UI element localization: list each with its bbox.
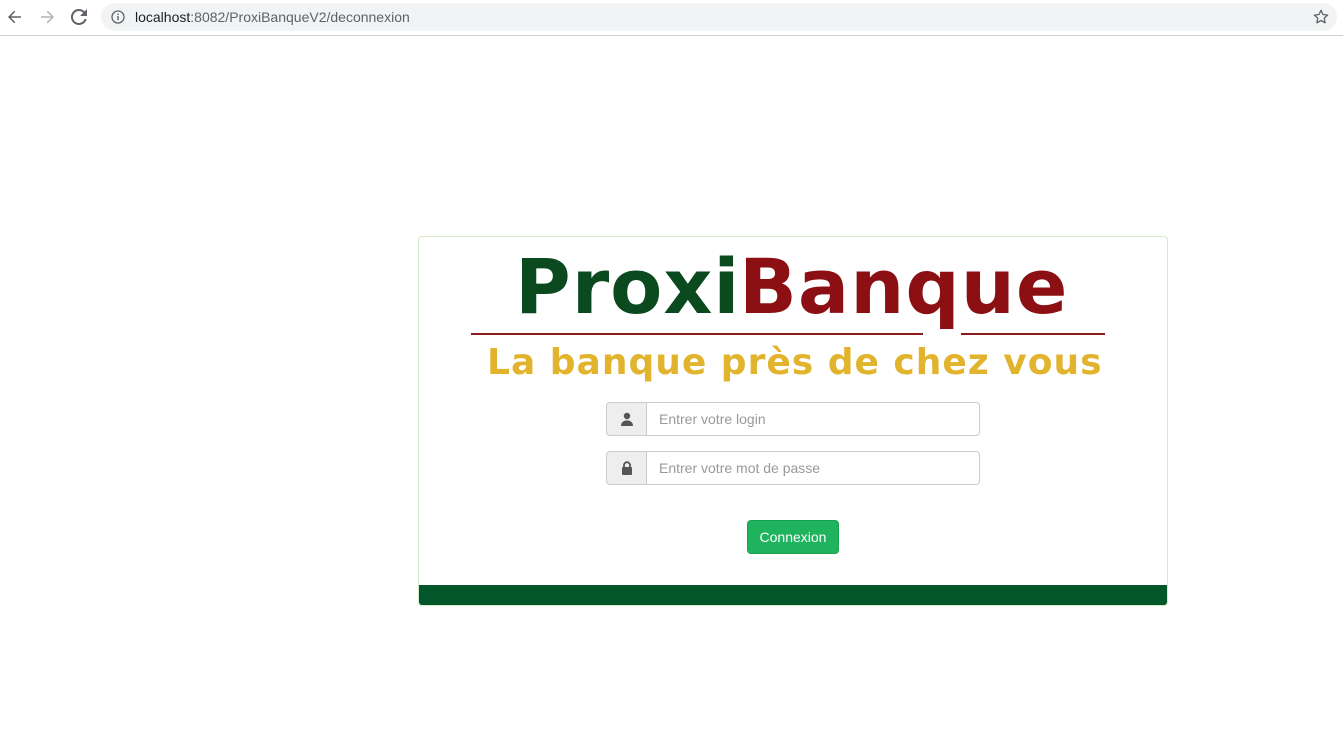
proxibanque-logo: Proxi Banque La banque près de chez vous bbox=[471, 242, 1107, 383]
reload-icon bbox=[71, 9, 87, 25]
lock-icon bbox=[621, 461, 632, 475]
login-addon bbox=[606, 402, 646, 436]
password-input-group bbox=[606, 451, 980, 485]
login-field[interactable] bbox=[646, 402, 980, 436]
url-path: :8082/ProxiBanqueV2/deconnexion bbox=[190, 9, 410, 25]
back-button[interactable] bbox=[5, 7, 25, 27]
logo-rule-left bbox=[471, 333, 923, 335]
reload-button[interactable] bbox=[69, 7, 89, 27]
arrow-right-icon bbox=[41, 10, 54, 24]
login-input-group bbox=[606, 402, 980, 436]
address-bar[interactable]: localhost:8082/ProxiBanqueV2/deconnexion bbox=[101, 3, 1337, 31]
user-icon bbox=[620, 412, 633, 426]
password-addon bbox=[606, 451, 646, 485]
url-text[interactable]: localhost:8082/ProxiBanqueV2/deconnexion bbox=[135, 3, 410, 31]
forward-button[interactable] bbox=[37, 7, 57, 27]
url-host: localhost bbox=[135, 9, 191, 25]
password-field[interactable] bbox=[646, 451, 980, 485]
logo-rule-right bbox=[961, 333, 1105, 335]
arrow-left-icon bbox=[8, 10, 21, 24]
browser-toolbar: localhost:8082/ProxiBanqueV2/deconnexion bbox=[0, 0, 1343, 36]
star-icon[interactable] bbox=[1313, 9, 1329, 25]
logo-tagline: La banque près de chez vous bbox=[487, 342, 1103, 383]
card-footer-bar bbox=[419, 585, 1167, 605]
logo-proxi-text: Proxi bbox=[515, 242, 741, 331]
logo-banque-text: Banque bbox=[739, 242, 1069, 331]
connexion-button[interactable]: Connexion bbox=[747, 520, 839, 554]
login-panel: Proxi Banque La banque près de chez vous… bbox=[418, 236, 1168, 606]
info-icon[interactable] bbox=[111, 10, 125, 24]
